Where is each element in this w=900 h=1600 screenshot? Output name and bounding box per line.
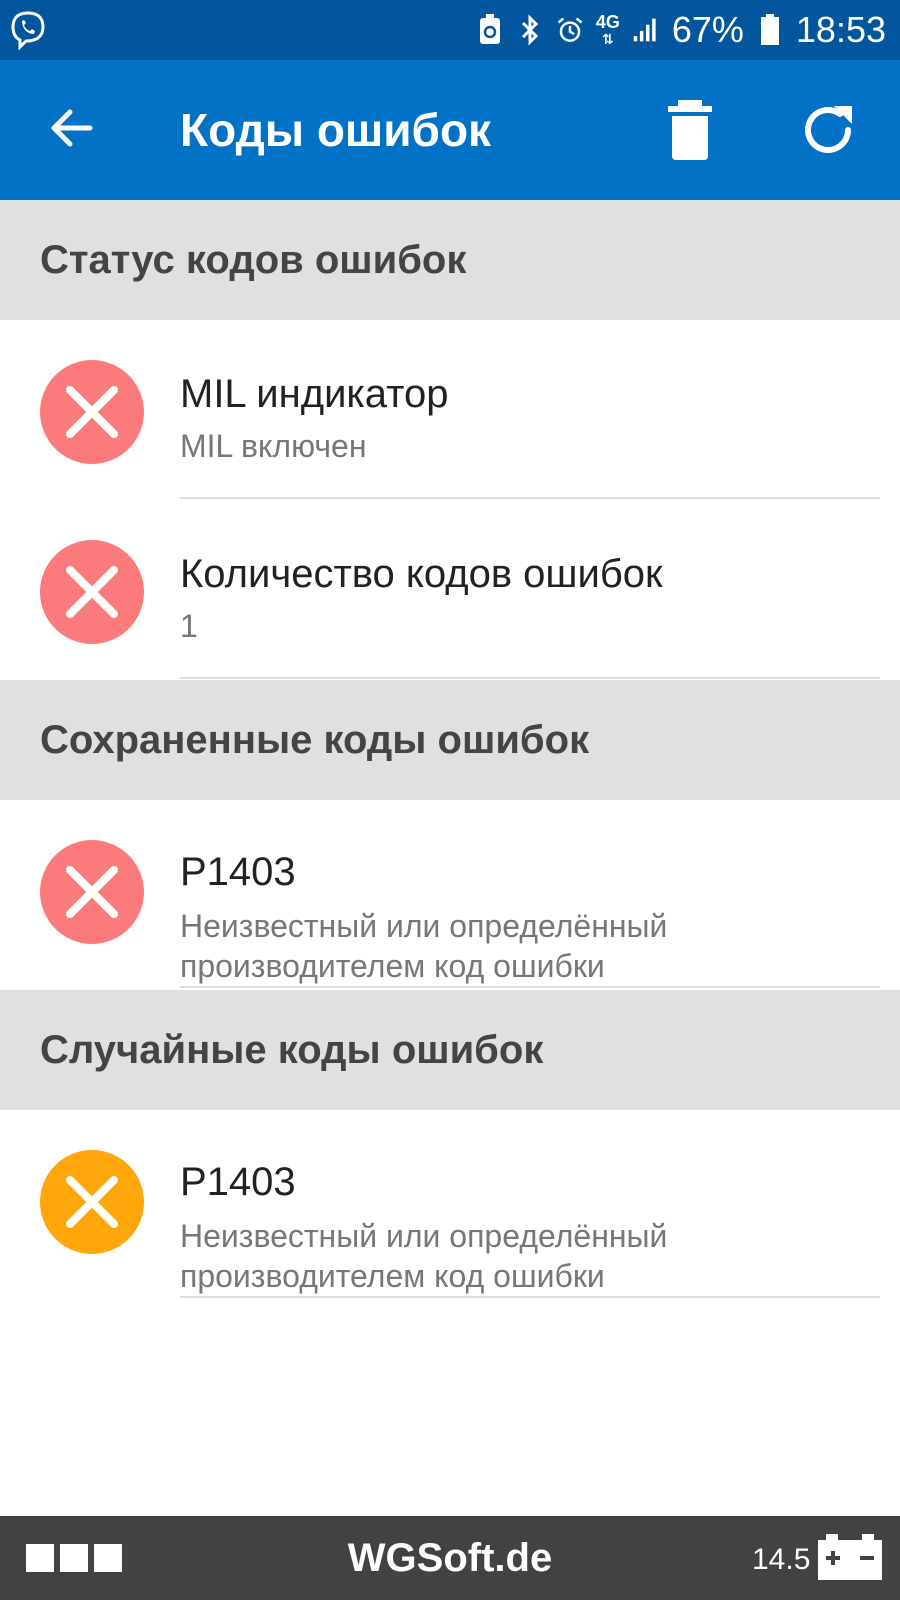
error-status-icon: [40, 360, 144, 464]
voltage-value: 14.5: [752, 1543, 811, 1576]
section-header-saved: Сохраненные коды ошибок: [0, 680, 900, 800]
item-subtitle: 1: [180, 608, 198, 644]
trash-icon[interactable]: [662, 100, 718, 162]
signal-icon: [632, 14, 660, 46]
section-title: Сохраненные коды ошибок: [40, 717, 590, 762]
refresh-icon[interactable]: [800, 100, 860, 160]
page-title: Коды ошибок: [180, 104, 492, 156]
section-header-random: Случайные коды ошибок: [0, 990, 900, 1110]
list-item-count[interactable]: Количество кодов ошибок 1: [0, 500, 900, 680]
item-title: Количество кодов ошибок: [180, 552, 663, 596]
item-title: P1403: [180, 1160, 296, 1204]
divider: [180, 1296, 880, 1298]
bottom-bar: WGSoft.de 14.5: [0, 1516, 900, 1600]
item-title: P1403: [180, 850, 296, 894]
back-arrow-icon[interactable]: [44, 100, 100, 156]
error-status-icon: [40, 540, 144, 644]
list-item-random-code[interactable]: P1403 Неизвестный или определённый произ…: [0, 1110, 900, 1300]
car-battery-icon: [816, 1534, 884, 1582]
battery-icon: [756, 14, 784, 46]
list-item-saved-code[interactable]: P1403 Неизвестный или определённый произ…: [0, 800, 900, 990]
divider: [180, 986, 880, 988]
error-status-icon: [40, 840, 144, 944]
viber-icon: [10, 10, 46, 51]
section-title: Статус кодов ошибок: [40, 237, 467, 282]
section-header-status: Статус кодов ошибок: [0, 200, 900, 320]
bluetooth-icon: [516, 14, 544, 46]
alarm-icon: [556, 14, 584, 46]
status-bar: 4G ⇅ 67% 18:53: [0, 0, 900, 60]
network-4g-icon: 4G ⇅: [595, 11, 620, 47]
warning-status-icon: [40, 1150, 144, 1254]
list-item-mil[interactable]: MIL индикатор MIL включен: [0, 320, 900, 500]
clock-time: 18:53: [795, 9, 886, 50]
item-subtitle: Неизвестный или определённый производите…: [180, 1218, 668, 1294]
app-bar: Коды ошибок: [0, 60, 900, 200]
divider: [180, 677, 880, 679]
item-subtitle: Неизвестный или определённый производите…: [180, 908, 668, 984]
section-title: Случайные коды ошибок: [40, 1027, 544, 1072]
item-title: MIL индикатор: [180, 372, 449, 416]
item-subtitle: MIL включен: [180, 428, 367, 464]
battery-percent: 67%: [671, 9, 744, 50]
battery-saver-icon: [476, 14, 504, 46]
divider: [180, 497, 880, 499]
